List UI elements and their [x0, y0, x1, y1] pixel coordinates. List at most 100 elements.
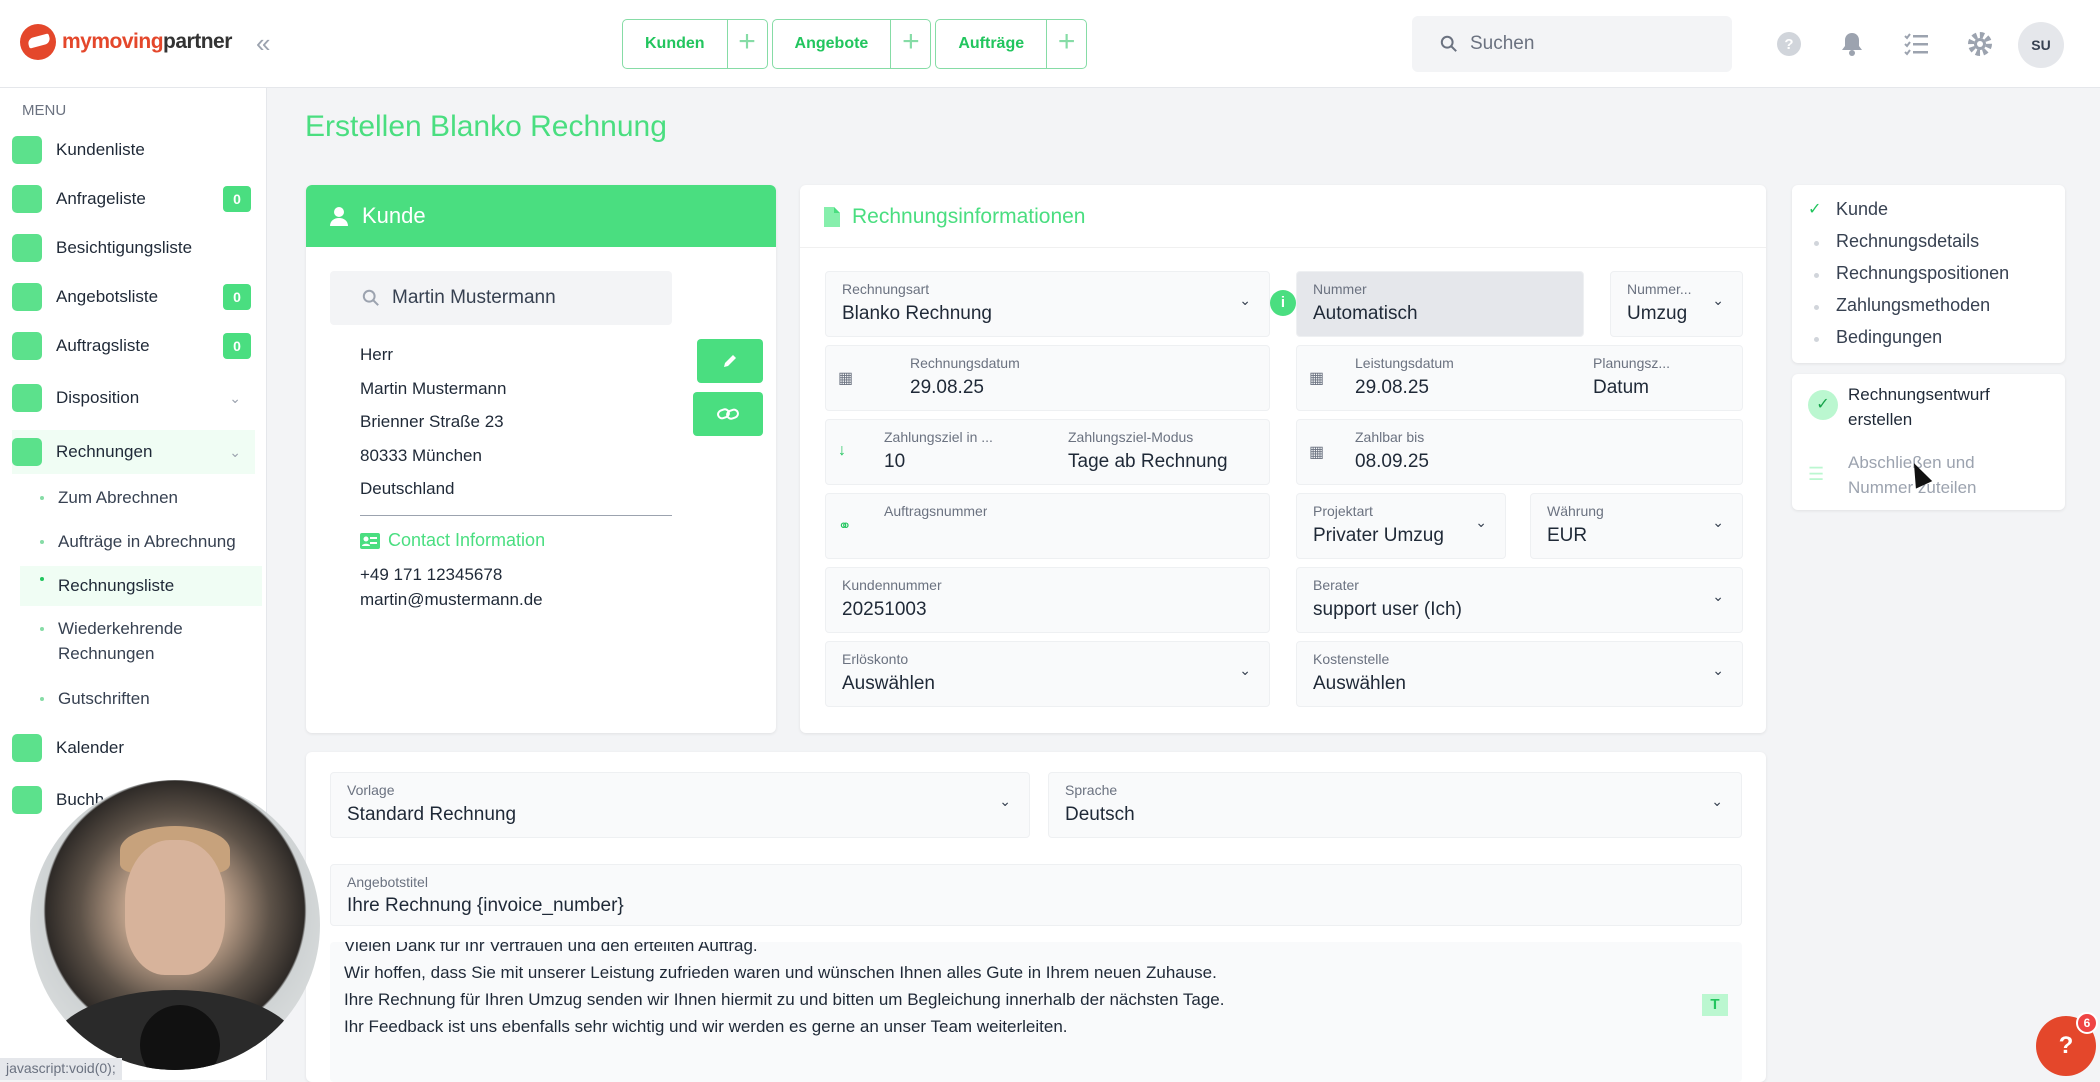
link-icon: ⚭ — [838, 518, 852, 535]
task-list-icon[interactable] — [1900, 28, 1932, 60]
count-badge: 0 — [223, 333, 251, 359]
sidebar-item-besichtigungsliste[interactable]: Besichtigungsliste — [12, 226, 255, 270]
global-search-input[interactable]: Suchen — [1412, 16, 1732, 72]
arrow-down-icon: ↓ — [838, 442, 846, 459]
text-line: Vielen Dank für Ihr Vertrauen und den er… — [344, 942, 758, 955]
intro-text-area[interactable]: Vielen Dank für Ihr Vertrauen und den er… — [330, 942, 1742, 1082]
step-zahlungsmethoden[interactable]: Zahlungsmethoden — [1836, 295, 1990, 316]
sidebar-subitem-auftraege-in-abrechnung[interactable]: Aufträge in Abrechnung — [40, 529, 260, 554]
sidebar-item-kalender[interactable]: Kalender — [12, 726, 255, 770]
customer-search-value: Martin Mustermann — [392, 287, 556, 308]
help-label: ? — [2058, 1032, 2074, 1059]
field-value: Auswählen — [842, 673, 935, 694]
nav-angebote: Angebote + — [771, 19, 932, 69]
field-label: Vorlage — [347, 782, 395, 798]
help-icon[interactable]: ? — [1773, 28, 1805, 60]
app-logo[interactable]: mymoving partner — [20, 24, 232, 60]
gear-icon[interactable] — [1964, 28, 1996, 60]
leistungsdatum-input[interactable]: ▦ Leistungsdatum 29.08.25 Planungsz... D… — [1296, 345, 1743, 411]
edit-customer-button[interactable] — [697, 339, 763, 383]
field-label: Berater — [1313, 577, 1359, 593]
rechnungsdatum-input[interactable]: ▦ Rechnungsdatum 29.08.25 — [825, 345, 1270, 411]
nav-kunden-button[interactable]: Kunden — [623, 20, 727, 68]
step-bedingungen[interactable]: Bedingungen — [1836, 327, 1942, 348]
sidebar-item-rechnungen[interactable]: Rechnungen ⌄ — [12, 430, 255, 474]
field-value: Auswählen — [1313, 673, 1406, 694]
check-circle-icon: ✓ — [1808, 390, 1838, 420]
rechnungsart-select[interactable]: Rechnungsart Blanko Rechnung ⌄ — [825, 271, 1270, 337]
zahlungsziel-input[interactable]: ↓ Zahlungsziel in ... 10 Zahlungsziel-Mo… — [825, 419, 1270, 485]
calculator-icon — [12, 786, 42, 814]
sidebar-item-angebotsliste[interactable]: Angebotsliste 0 — [12, 275, 255, 319]
zahlbar-bis-input[interactable]: ▦ Zahlbar bis 08.09.25 — [1296, 419, 1743, 485]
angebotstitel-input[interactable]: Angebotstitel Ihre Rechnung {invoice_num… — [330, 864, 1742, 926]
document-icon — [12, 283, 42, 311]
field-value: EUR — [1547, 525, 1588, 546]
planungszeitraum-value[interactable]: Datum — [1593, 377, 1649, 399]
chevron-down-icon: ⌄ — [1711, 793, 1723, 809]
sidebar-item-kundenliste[interactable]: Kundenliste — [12, 128, 255, 172]
help-chat-button[interactable]: ? 6 — [2036, 1012, 2098, 1076]
sprache-select[interactable]: Sprache Deutsch ⌄ — [1048, 772, 1742, 838]
user-avatar[interactable]: SU — [2018, 22, 2064, 68]
chevron-down-icon: ⌄ — [1239, 292, 1251, 308]
kundennummer-input[interactable]: Kundennummer 20251003 — [825, 567, 1270, 633]
field-label: Zahlungsziel in ... — [884, 429, 993, 445]
auftragsnummer-input[interactable]: ⚭ Auftragsnummer — [825, 493, 1270, 559]
house-user-icon — [12, 234, 42, 262]
invoice-info-title: Rechnungsinformationen — [852, 205, 1086, 228]
sidebar-item-disposition[interactable]: Disposition ⌄ — [12, 376, 255, 420]
info-icon[interactable]: i — [1270, 290, 1296, 316]
projektart-select[interactable]: Projektart Privater Umzug ⌄ — [1296, 493, 1506, 559]
waehrung-select[interactable]: Währung EUR ⌄ — [1530, 493, 1743, 559]
field-label: Angebotstitel — [347, 874, 428, 890]
zahlungsziel-modus-value[interactable]: Tage ab Rechnung — [1068, 451, 1228, 473]
sidebar-subitem-rechnungsliste[interactable]: Rechnungsliste — [20, 566, 262, 606]
field-label: Kundennummer — [842, 577, 942, 593]
berater-select[interactable]: Berater support user (Ich) ⌄ — [1296, 567, 1743, 633]
step-rechnungsdetails[interactable]: Rechnungsdetails — [1836, 231, 1979, 252]
text-format-icon[interactable]: T — [1702, 994, 1728, 1016]
field-label: Zahlungsziel-Modus — [1068, 429, 1194, 445]
sidebar-item-auftragsliste[interactable]: Auftragsliste 0 — [12, 324, 255, 368]
count-badge: 0 — [223, 284, 251, 310]
add-angebot-icon[interactable]: + — [890, 20, 930, 68]
erloeskonto-select[interactable]: Erlöskonto Auswählen ⌄ — [825, 641, 1270, 707]
count-badge: 0 — [223, 186, 251, 212]
divider — [360, 515, 672, 516]
nav-auftraege-button[interactable]: Aufträge — [936, 20, 1046, 68]
unlink-customer-button[interactable] — [693, 392, 763, 436]
step-rechnungspositionen[interactable]: Rechnungspositionen — [1836, 263, 2009, 284]
chevron-down-icon: ⌄ — [229, 389, 241, 406]
create-draft-button[interactable]: Rechnungsentwurf erstellen — [1848, 382, 1990, 432]
logo-text-2: partner — [163, 30, 232, 53]
step-kunde[interactable]: Kunde — [1836, 199, 1888, 220]
field-value: Privater Umzug — [1313, 525, 1444, 546]
sidebar-subitem-gutschriften[interactable]: Gutschriften — [40, 686, 260, 711]
sidebar-item-label: Anfrageliste — [56, 189, 146, 208]
user-icon — [330, 207, 348, 226]
sidebar-subitem-wiederkehrende-rechnungen[interactable]: Wiederkehrende Rechnungen — [40, 616, 210, 666]
vorlage-select[interactable]: Vorlage Standard Rechnung ⌄ — [330, 772, 1030, 838]
collapse-sidebar-icon[interactable]: « — [256, 28, 270, 59]
nav-angebote-button[interactable]: Angebote — [773, 20, 891, 68]
field-label: Rechnungsart — [842, 281, 930, 297]
field-value: Standard Rechnung — [347, 804, 517, 825]
kostenstelle-select[interactable]: Kostenstelle Auswählen ⌄ — [1296, 641, 1743, 707]
contact-info-label: Contact Information — [388, 530, 546, 550]
step-dot — [1814, 241, 1819, 246]
sidebar-subitem-zum-abrechnen[interactable]: Zum Abrechnen — [40, 485, 260, 510]
add-auftrag-icon[interactable]: + — [1046, 20, 1086, 68]
bell-icon[interactable] — [1836, 28, 1868, 60]
nummer-field: Nummer Automatisch — [1296, 271, 1584, 337]
customer-search-input[interactable]: Martin Mustermann — [330, 271, 672, 325]
add-kunde-icon[interactable]: + — [726, 20, 767, 68]
nummernkreis-select[interactable]: Nummer... Umzug ⌄ — [1610, 271, 1743, 337]
customer-salutation: Herr — [360, 345, 394, 364]
action-label: Rechnungsentwurf — [1848, 385, 1990, 404]
calendar-icon: ▦ — [838, 370, 854, 387]
template-card: Vorlage Standard Rechnung ⌄ Sprache Deut… — [306, 752, 1766, 1082]
field-label: Sprache — [1065, 782, 1118, 798]
calendar-icon — [12, 734, 42, 762]
sidebar-item-anfrageliste[interactable]: Anfrageliste 0 — [12, 177, 255, 221]
